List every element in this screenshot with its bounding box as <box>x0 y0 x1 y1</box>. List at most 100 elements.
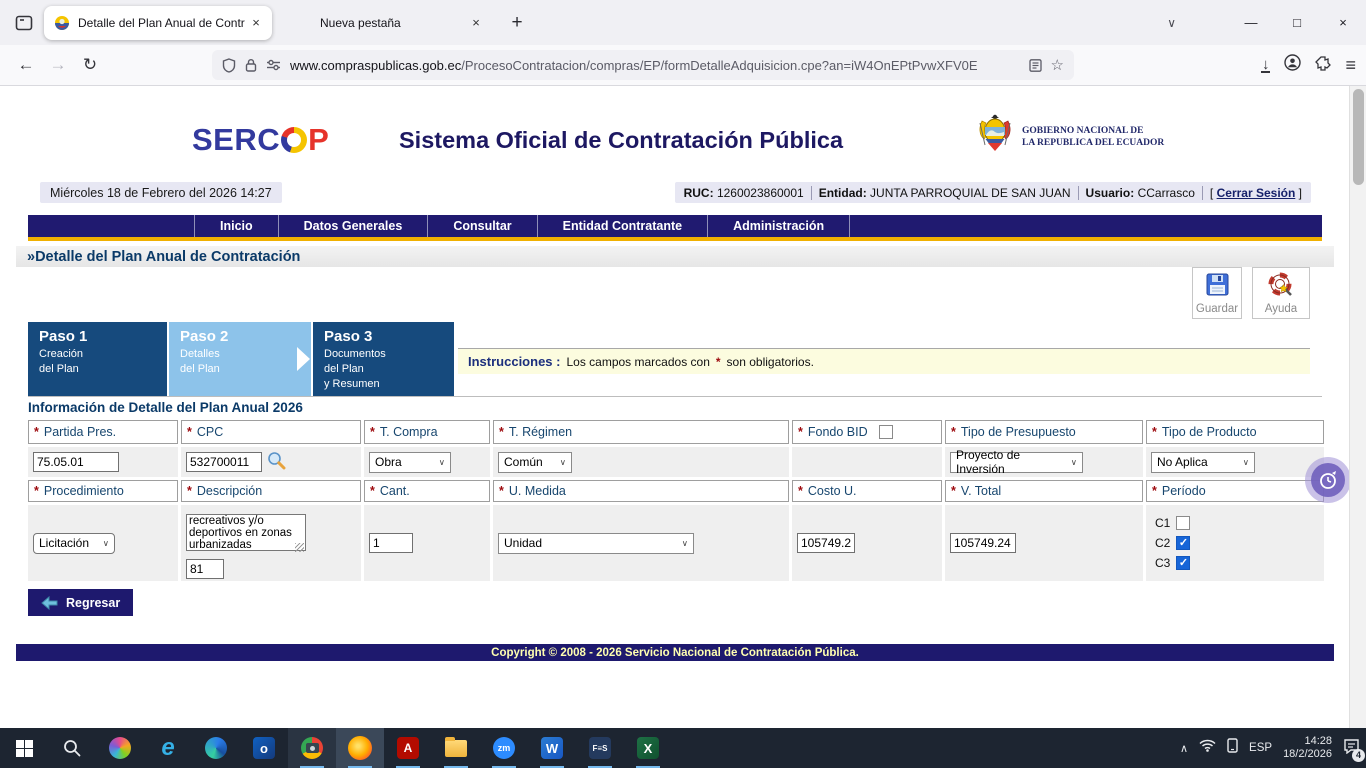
t-compra-select[interactable]: Obra <box>369 452 451 473</box>
notification-center[interactable]: 4 <box>1343 738 1360 759</box>
phone-link-icon[interactable] <box>1227 738 1238 758</box>
close-button[interactable]: × <box>1320 0 1366 45</box>
folder-icon <box>445 740 467 757</box>
taskbar-clock[interactable]: 14:28 18/2/2026 <box>1283 735 1332 761</box>
windows-taskbar: e o A zm W F≡S X ∧ ESP 14:28 <box>0 728 1366 768</box>
shield-icon[interactable] <box>222 58 236 73</box>
start-button[interactable] <box>0 728 48 768</box>
cpc-input[interactable] <box>186 452 262 472</box>
resize-grip-icon[interactable] <box>295 543 304 552</box>
tipo-producto-select[interactable]: No Aplica <box>1151 452 1255 473</box>
partida-pres-input[interactable] <box>33 452 119 472</box>
u-medida-select[interactable]: Unidad <box>498 533 694 554</box>
t-regimen-select[interactable]: Común <box>498 452 572 473</box>
header-periodo: *Período <box>1146 480 1324 502</box>
tray-expand-icon[interactable]: ∧ <box>1180 742 1188 755</box>
taskbar-widgets[interactable] <box>96 728 144 768</box>
taskbar-file-explorer[interactable] <box>432 728 480 768</box>
government-logo: GOBIERNO NACIONAL DELA REPUBLICA DEL ECU… <box>976 113 1164 160</box>
cell-procedimiento: Licitación <box>28 505 178 581</box>
periodo-c2-checkbox[interactable] <box>1176 536 1190 550</box>
section-title: Información de Detalle del Plan Anual 20… <box>28 400 303 415</box>
minimize-button[interactable]: — <box>1228 0 1274 45</box>
tab-close-icon[interactable]: × <box>466 13 486 33</box>
menu-icon[interactable]: ≡ <box>1345 55 1356 76</box>
back-button[interactable]: Regresar <box>28 589 133 616</box>
permissions-icon[interactable] <box>266 59 281 71</box>
new-tab-button[interactable]: + <box>502 8 532 38</box>
firefox-icon <box>348 736 372 760</box>
descripcion-codigo-input[interactable] <box>186 559 224 579</box>
downloads-icon[interactable]: ↓ <box>1261 58 1271 73</box>
url-text[interactable]: www.compraspublicas.gob.ec/ProcesoContra… <box>290 58 1020 73</box>
taskbar-firefox[interactable] <box>336 728 384 768</box>
sercop-logo: SERCP <box>192 122 329 158</box>
notification-badge: 4 <box>1352 749 1365 762</box>
descripcion-textarea[interactable]: recreativos y/o deportivos en zonas urba… <box>186 514 306 551</box>
reload-icon[interactable]: ↻ <box>74 50 106 80</box>
widgets-icon <box>109 737 131 759</box>
extensions-icon[interactable] <box>1315 55 1331 76</box>
floppy-disk-icon <box>1205 272 1230 302</box>
header-v-total: *V. Total <box>945 480 1143 502</box>
menu-item-inicio[interactable]: Inicio <box>194 215 278 237</box>
url-bar[interactable]: www.compraspublicas.gob.ec/ProcesoContra… <box>212 50 1074 80</box>
cell-u-medida: Unidad <box>493 505 789 581</box>
step-2-title: Paso 2 <box>180 329 311 344</box>
tab-detalle-plan[interactable]: Detalle del Plan Anual de Contr × <box>44 6 272 40</box>
timer-clock-icon <box>1311 463 1345 497</box>
account-icon[interactable] <box>1284 54 1301 76</box>
lock-icon[interactable] <box>245 58 257 72</box>
timer-overlay-button[interactable] <box>1305 457 1349 503</box>
menu-item-consultar[interactable]: Consultar <box>427 215 536 237</box>
taskbar-chrome-camera[interactable] <box>288 728 336 768</box>
menu-item-administracion[interactable]: Administración <box>707 215 850 237</box>
taskbar-internet-explorer[interactable]: e <box>144 728 192 768</box>
forward-icon[interactable]: → <box>42 50 74 80</box>
page-scrollbar[interactable] <box>1349 86 1366 728</box>
language-indicator[interactable]: ESP <box>1249 742 1272 754</box>
save-button-label: Guardar <box>1196 303 1238 315</box>
back-icon[interactable]: ← <box>10 50 42 80</box>
periodo-c1-checkbox[interactable] <box>1176 516 1190 530</box>
menu-item-entidad-contratante[interactable]: Entidad Contratante <box>537 215 707 237</box>
cant-input[interactable] <box>369 533 413 553</box>
scrollbar-thumb[interactable] <box>1353 89 1364 185</box>
v-total-input[interactable] <box>950 533 1016 553</box>
reader-mode-icon[interactable] <box>1029 59 1042 72</box>
taskbar-excel[interactable]: X <box>624 728 672 768</box>
save-button[interactable]: Guardar <box>1192 267 1242 319</box>
taskbar-edge[interactable] <box>192 728 240 768</box>
wifi-icon[interactable] <box>1199 739 1216 757</box>
page-title: Sistema Oficial de Contratación Pública <box>399 127 843 154</box>
help-button[interactable]: Ayuda <box>1252 267 1310 319</box>
costo-u-input[interactable] <box>797 533 855 553</box>
word-icon: W <box>541 737 563 759</box>
firefox-view-icon[interactable] <box>10 9 38 37</box>
bookmark-star-icon[interactable]: ☆ <box>1051 56 1064 74</box>
fondo-bid-checkbox[interactable] <box>879 425 893 439</box>
header-u-medida: *U. Medida <box>493 480 789 502</box>
menu-item-datos-generales[interactable]: Datos Generales <box>278 215 428 237</box>
taskbar-word[interactable]: W <box>528 728 576 768</box>
tab-nueva-pestana[interactable]: Nueva pestaña × <box>286 6 492 40</box>
taskbar-acrobat[interactable]: A <box>384 728 432 768</box>
periodo-c3-checkbox[interactable] <box>1176 556 1190 570</box>
url-domain: www.compraspublicas.gob.ec <box>290 58 461 73</box>
search-magnifier-icon[interactable] <box>266 450 286 475</box>
session-info: RUC: 1260023860001 Entidad: JUNTA PARROQ… <box>675 182 1311 203</box>
divider <box>28 396 1322 397</box>
tabs-list-chevron-icon[interactable]: ∨ <box>1167 16 1176 30</box>
breadcrumb-title: »Detalle del Plan Anual de Contratación <box>27 249 300 265</box>
maximize-button[interactable]: □ <box>1274 0 1320 45</box>
entidad-value: JUNTA PARROQUIAL DE SAN JUAN <box>870 186 1070 200</box>
taskbar-search[interactable] <box>48 728 96 768</box>
tipo-presupuesto-select[interactable]: Proyecto de Inversión <box>950 452 1083 473</box>
tab-close-icon[interactable]: × <box>246 13 266 33</box>
taskbar-fes-app[interactable]: F≡S <box>576 728 624 768</box>
sercop-logo-o-icon <box>281 127 307 153</box>
logout-link[interactable]: Cerrar Sesión <box>1217 186 1296 200</box>
taskbar-zoom[interactable]: zm <box>480 728 528 768</box>
taskbar-outlook[interactable]: o <box>240 728 288 768</box>
procedimiento-select[interactable]: Licitación <box>33 533 115 554</box>
